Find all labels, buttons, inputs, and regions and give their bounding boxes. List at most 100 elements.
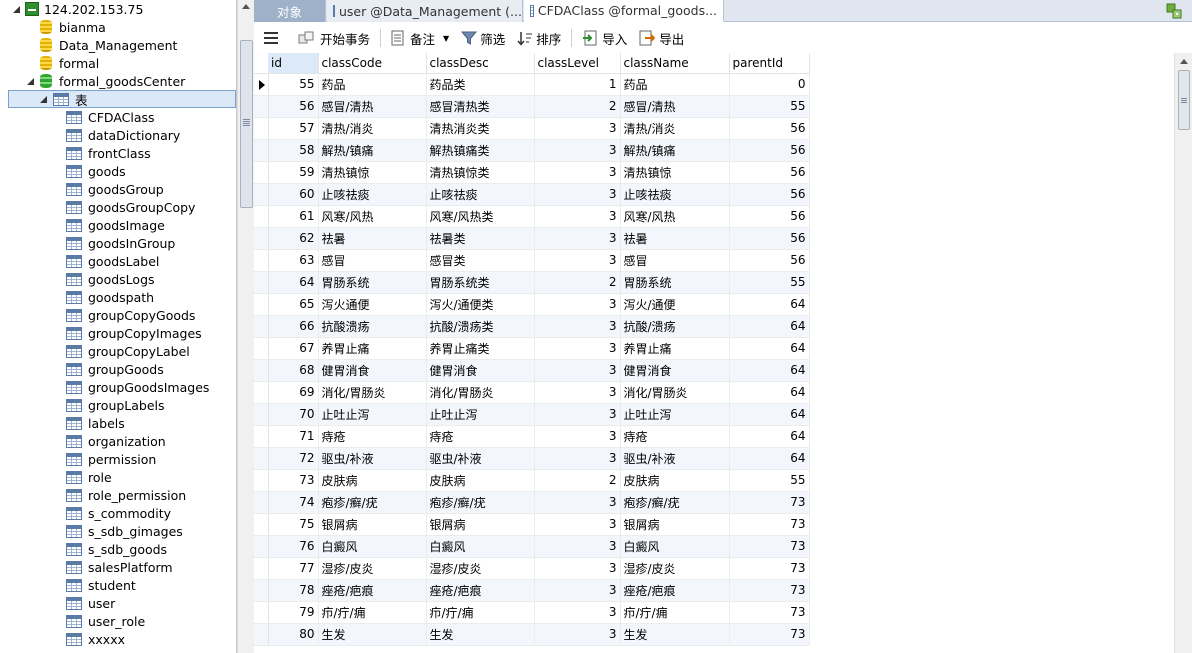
row-marker[interactable]	[254, 161, 269, 184]
tree-table-item[interactable]: groupCopyGoods	[66, 306, 195, 324]
column-header-parentid[interactable]: parentId	[729, 53, 810, 74]
tree-server-node[interactable]: 124.202.153.75	[12, 0, 143, 18]
tree-table-item[interactable]: goodsGroupCopy	[66, 198, 195, 216]
table-cell-classcode[interactable]: 养胃止痛	[318, 337, 427, 360]
table-cell-classname[interactable]: 白癜风	[620, 535, 730, 558]
row-marker[interactable]	[254, 557, 269, 580]
table-cell-classlevel[interactable]: 3	[534, 381, 621, 404]
sort-button[interactable]: 排序	[511, 27, 567, 49]
row-marker[interactable]	[254, 601, 269, 624]
table-cell-classname[interactable]: 止吐止泻	[620, 403, 730, 426]
table-cell-classname[interactable]: 清热镇惊	[620, 161, 730, 184]
table-cell-classlevel[interactable]: 3	[534, 205, 621, 228]
table-cell-parentid[interactable]: 73	[729, 491, 810, 514]
table-cell-classlevel[interactable]: 3	[534, 183, 621, 206]
table-cell-classdesc[interactable]: 银屑病	[426, 513, 535, 536]
table-cell-classcode[interactable]: 抗酸溃疡	[318, 315, 427, 338]
table-row[interactable]: 59 清热镇惊 清热镇惊类 3 清热镇惊 56	[254, 161, 810, 184]
table-cell-classcode[interactable]: 感冒/清热	[318, 95, 427, 118]
table-cell-classcode[interactable]: 止吐止泻	[318, 403, 427, 426]
table-cell-classdesc[interactable]: 养胃止痛类	[426, 337, 535, 360]
expand-arrow-icon[interactable]	[26, 58, 36, 68]
table-cell-parentid[interactable]: 56	[729, 249, 810, 272]
row-marker[interactable]	[254, 491, 269, 514]
table-cell-classname[interactable]: 生发	[620, 623, 730, 646]
tree-db-bianma[interactable]: bianma	[26, 18, 106, 36]
tree-table-item[interactable]: student	[66, 576, 136, 594]
tree-scroll-thumb[interactable]	[240, 40, 253, 208]
table-cell-classname[interactable]: 痔疮	[620, 425, 730, 448]
table-cell-classcode[interactable]: 清热镇惊	[318, 161, 427, 184]
table-cell-parentid[interactable]: 56	[729, 139, 810, 162]
table-cell-classdesc[interactable]: 止咳祛痰	[426, 183, 535, 206]
table-cell-classcode[interactable]: 胃肠系统	[318, 271, 427, 294]
table-row[interactable]: 68 健胃消食 健胃消食 3 健胃消食 64	[254, 359, 810, 382]
table-row[interactable]: 65 泻火通便 泻火/通便类 3 泻火/通便 64	[254, 293, 810, 316]
expand-arrow-icon[interactable]	[26, 22, 36, 32]
table-row[interactable]: 79 疖/疔/痈 疖/疔/痈 3 疖/疔/痈 73	[254, 601, 810, 624]
table-row[interactable]: 71 痔疮 痔疮 3 痔疮 64	[254, 425, 810, 448]
table-cell-id[interactable]: 64	[268, 271, 319, 294]
row-marker[interactable]	[254, 535, 269, 558]
table-cell-classcode[interactable]: 祛暑	[318, 227, 427, 250]
table-cell-classdesc[interactable]: 健胃消食	[426, 359, 535, 382]
table-cell-parentid[interactable]: 64	[729, 337, 810, 360]
table-cell-classdesc[interactable]: 疱疹/癣/疣	[426, 491, 535, 514]
table-cell-classlevel[interactable]: 3	[534, 447, 621, 470]
table-cell-classname[interactable]: 健胃消食	[620, 359, 730, 382]
table-cell-classlevel[interactable]: 3	[534, 161, 621, 184]
table-cell-classdesc[interactable]: 风寒/风热类	[426, 205, 535, 228]
column-header-classcode[interactable]: classCode	[318, 53, 427, 74]
tree-db-data-management[interactable]: Data_Management	[26, 36, 177, 54]
table-cell-parentid[interactable]: 64	[729, 359, 810, 382]
table-cell-classlevel[interactable]: 3	[534, 601, 621, 624]
tree-db-formal-goodscenter[interactable]: formal_goodsCenter	[26, 72, 185, 90]
table-cell-classdesc[interactable]: 痤疮/疤痕	[426, 579, 535, 602]
table-cell-id[interactable]: 77	[268, 557, 319, 580]
table-cell-id[interactable]: 79	[268, 601, 319, 624]
table-cell-classlevel[interactable]: 3	[534, 117, 621, 140]
filter-button[interactable]: 筛选	[455, 27, 511, 49]
table-cell-classcode[interactable]: 泻火通便	[318, 293, 427, 316]
table-row[interactable]: 69 消化/胃肠炎 消化/胃肠炎 3 消化/胃肠炎 64	[254, 381, 810, 404]
table-cell-classlevel[interactable]: 3	[534, 425, 621, 448]
table-row[interactable]: 57 清热/消炎 清热消炎类 3 清热/消炎 56	[254, 117, 810, 140]
table-cell-classlevel[interactable]: 3	[534, 293, 621, 316]
row-marker[interactable]	[254, 623, 269, 646]
row-marker[interactable]	[254, 227, 269, 250]
table-cell-classname[interactable]: 养胃止痛	[620, 337, 730, 360]
table-cell-classname[interactable]: 银屑病	[620, 513, 730, 536]
table-cell-id[interactable]: 66	[268, 315, 319, 338]
collapse-arrow-icon[interactable]	[39, 94, 49, 104]
table-cell-classcode[interactable]: 感冒	[318, 249, 427, 272]
grid-scroll-thumb[interactable]	[1178, 70, 1190, 130]
table-cell-classdesc[interactable]: 生发	[426, 623, 535, 646]
tree-table-item[interactable]: dataDictionary	[66, 126, 180, 144]
expand-arrow-icon[interactable]	[26, 40, 36, 50]
row-marker[interactable]	[254, 337, 269, 360]
tree-scrollbar[interactable]	[237, 0, 254, 653]
table-cell-parentid[interactable]: 0	[729, 73, 810, 96]
tree-table-item[interactable]: groupGoodsImages	[66, 378, 209, 396]
row-marker[interactable]	[254, 513, 269, 536]
row-marker[interactable]	[254, 205, 269, 228]
tree-table-item[interactable]: goodspath	[66, 288, 154, 306]
row-marker[interactable]	[254, 183, 269, 206]
table-row[interactable]: 60 止咳祛痰 止咳祛痰 3 止咳祛痰 56	[254, 183, 810, 206]
row-marker[interactable]	[254, 381, 269, 404]
column-header-classlevel[interactable]: classLevel	[534, 53, 621, 74]
table-cell-classlevel[interactable]: 3	[534, 139, 621, 162]
tree-table-item[interactable]: xxxxx	[66, 630, 125, 648]
table-cell-classname[interactable]: 祛暑	[620, 227, 730, 250]
tree-table-item[interactable]: salesPlatform	[66, 558, 173, 576]
table-cell-id[interactable]: 67	[268, 337, 319, 360]
table-cell-classcode[interactable]: 生发	[318, 623, 427, 646]
table-cell-classcode[interactable]: 药品	[318, 73, 427, 96]
table-cell-parentid[interactable]: 56	[729, 227, 810, 250]
table-cell-id[interactable]: 60	[268, 183, 319, 206]
table-cell-classdesc[interactable]: 清热消炎类	[426, 117, 535, 140]
table-cell-classdesc[interactable]: 疖/疔/痈	[426, 601, 535, 624]
tree-table-item[interactable]: groupLabels	[66, 396, 165, 414]
table-row[interactable]: 64 胃肠系统 胃肠系统类 2 胃肠系统 55	[254, 271, 810, 294]
table-row[interactable]: 75 银屑病 银屑病 3 银屑病 73	[254, 513, 810, 536]
